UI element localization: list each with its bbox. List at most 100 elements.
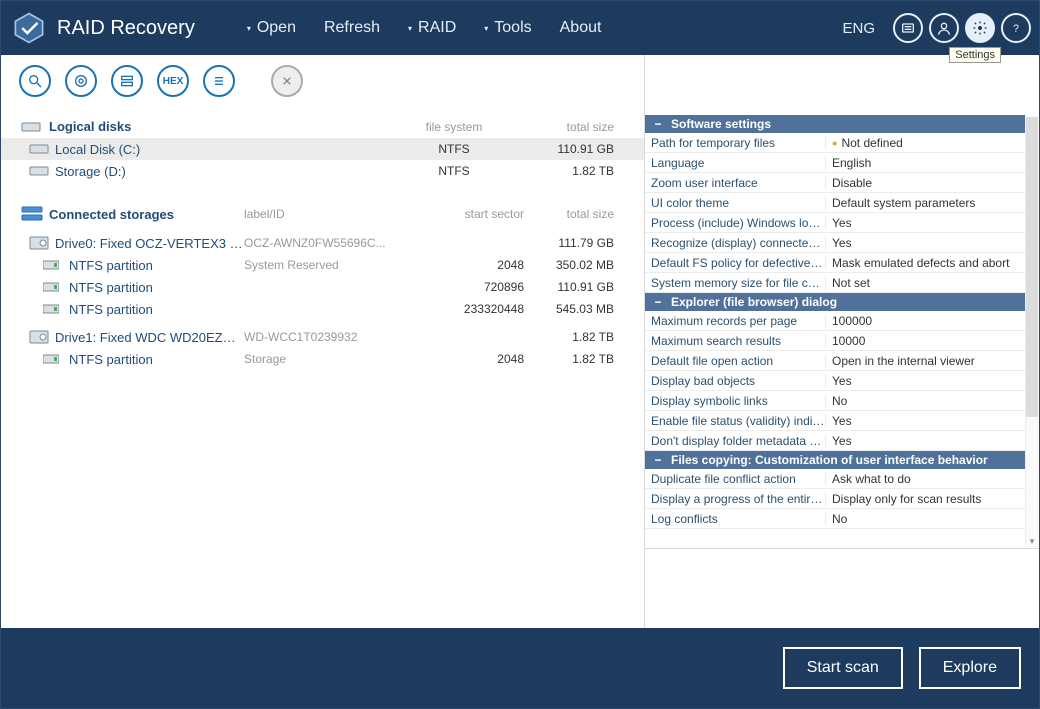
logical-disk-row[interactable]: Local Disk (C:) NTFS 110.91 GB — [1, 138, 644, 160]
menu-help-button[interactable]: ? — [1001, 13, 1031, 43]
collapse-icon: − — [651, 117, 665, 131]
settings-key: Display bad objects — [645, 374, 825, 388]
settings-value: Yes — [825, 216, 1023, 230]
settings-description-area — [645, 548, 1039, 628]
toolbar-list-button[interactable] — [203, 65, 235, 97]
settings-category[interactable]: − Explorer (file browser) dialog — [645, 293, 1039, 311]
menu-items: ▾Open Refresh ▾RAID ▾Tools About — [235, 15, 614, 41]
partition-sector: 2048 — [404, 258, 524, 272]
settings-row[interactable]: Display a progress of the entire c... Di… — [645, 489, 1039, 509]
settings-row[interactable]: Duplicate file conflict action Ask what … — [645, 469, 1039, 489]
toolbar-hex-button[interactable]: HEX — [157, 65, 189, 97]
settings-key: Path for temporary files — [645, 136, 825, 150]
settings-value: Yes — [825, 374, 1023, 388]
drive-name: Drive1: Fixed WDC WD20EZRX-00DC0... — [55, 330, 244, 345]
menubar: RAID Recovery ▾Open Refresh ▾RAID ▾Tools… — [1, 1, 1039, 55]
menu-account-button[interactable] — [929, 13, 959, 43]
menu-settings-button[interactable] — [965, 13, 995, 43]
toolbar-search-button[interactable] — [19, 65, 51, 97]
disk-name: Local Disk (C:) — [55, 142, 384, 157]
disk-icon — [29, 164, 49, 178]
settings-value: Mask emulated defects and abort — [825, 256, 1023, 270]
partition-row[interactable]: NTFS partition Storage 2048 1.82 TB — [1, 348, 644, 370]
settings-value: 10000 — [825, 334, 1023, 348]
settings-row[interactable]: Maximum search results 10000 ▸ — [645, 331, 1039, 351]
settings-value: Yes — [825, 434, 1023, 448]
settings-key: Recognize (display) connected me... — [645, 236, 825, 250]
settings-row[interactable]: UI color theme Default system parameters… — [645, 193, 1039, 213]
settings-value: Ask what to do — [825, 472, 1023, 486]
scroll-down-icon[interactable]: ▾ — [1025, 534, 1039, 548]
menu-tools[interactable]: ▾Tools — [472, 15, 543, 41]
settings-key: Duplicate file conflict action — [645, 472, 825, 486]
menu-open[interactable]: ▾Open — [235, 15, 308, 41]
settings-row[interactable]: Maximum records per page 100000 ▸ — [645, 311, 1039, 331]
settings-row[interactable]: Default FS policy for defective blo... M… — [645, 253, 1039, 273]
partition-sector: 720896 — [404, 280, 524, 294]
settings-row[interactable]: Don't display folder metadata size Yes ▾ — [645, 431, 1039, 451]
settings-row[interactable]: Process (include) Windows logical ... Ye… — [645, 213, 1039, 233]
settings-value: English — [825, 156, 1023, 170]
partition-row[interactable]: NTFS partition 233320448 545.03 MB — [1, 298, 644, 320]
settings-key: Language — [645, 156, 825, 170]
settings-category-title: Software settings — [671, 117, 771, 131]
menu-language[interactable]: ENG — [842, 20, 875, 37]
dropdown-icon: ▾ — [247, 24, 251, 33]
settings-value: No — [825, 512, 1023, 526]
settings-row[interactable]: Enable file status (validity) indicati..… — [645, 411, 1039, 431]
settings-key: Zoom user interface — [645, 176, 825, 190]
partition-row[interactable]: NTFS partition 720896 110.91 GB — [1, 276, 644, 298]
settings-value: Yes — [825, 236, 1023, 250]
partition-name: NTFS partition — [69, 258, 244, 273]
settings-panel: − Software settings Path for temporary f… — [644, 55, 1039, 628]
settings-row[interactable]: Display symbolic links No ▾ — [645, 391, 1039, 411]
explore-button[interactable]: Explore — [919, 647, 1021, 689]
toolbar-raid-button[interactable] — [111, 65, 143, 97]
svg-text:?: ? — [1013, 23, 1019, 35]
partition-label: System Reserved — [244, 258, 404, 272]
menu-refresh[interactable]: Refresh — [312, 15, 392, 41]
settings-category[interactable]: − Files copying: Customization of user i… — [645, 451, 1039, 469]
settings-scroll-thumb[interactable] — [1026, 117, 1038, 417]
settings-row[interactable]: Recognize (display) connected me... Yes … — [645, 233, 1039, 253]
partition-size: 545.03 MB — [524, 302, 624, 316]
storage-drive-row[interactable]: Drive1: Fixed WDC WD20EZRX-00DC0... WD-W… — [1, 326, 644, 348]
toolbar-close-button[interactable] — [271, 65, 303, 97]
settings-category[interactable]: − Software settings — [645, 115, 1039, 133]
settings-value: Not defined — [825, 136, 1023, 150]
settings-row[interactable]: Path for temporary files Not defined ▸ — [645, 133, 1039, 153]
partition-icon — [43, 303, 63, 315]
settings-row[interactable]: System memory size for file cache... Not… — [645, 273, 1039, 293]
settings-value: Disable — [825, 176, 1023, 190]
menu-news-button[interactable] — [893, 13, 923, 43]
settings-row[interactable]: Zoom user interface Disable ▾ — [645, 173, 1039, 193]
storage-drive-row[interactable]: Drive0: Fixed OCZ-VERTEX3 (ATA) OCZ-AWNZ… — [1, 232, 644, 254]
connected-storages-icon — [21, 206, 45, 222]
partition-icon — [43, 353, 63, 365]
drive-label: OCZ-AWNZ0FW55696C... — [244, 236, 404, 250]
settings-key: Maximum records per page — [645, 314, 825, 328]
partition-row[interactable]: NTFS partition System Reserved 2048 350.… — [1, 254, 644, 276]
settings-category-title: Explorer (file browser) dialog — [671, 295, 837, 309]
logical-disks-title: Logical disks — [49, 119, 131, 134]
settings-value: 100000 — [825, 314, 1023, 328]
logical-disk-row[interactable]: Storage (D:) NTFS 1.82 TB — [1, 160, 644, 182]
settings-row[interactable]: Log conflicts No ▾ — [645, 509, 1039, 529]
menu-raid[interactable]: ▾RAID — [396, 15, 468, 41]
connected-storages-header: Connected storages label/ID start sector… — [1, 200, 644, 226]
settings-row[interactable]: Language English ▾ — [645, 153, 1039, 173]
settings-row[interactable]: Default file open action Open in the int… — [645, 351, 1039, 371]
menu-tools-label: Tools — [494, 19, 531, 37]
toolbar-scan-button[interactable] — [65, 65, 97, 97]
settings-key: Process (include) Windows logical ... — [645, 216, 825, 230]
settings-row[interactable]: Display bad objects Yes ▾ — [645, 371, 1039, 391]
partition-sector: 233320448 — [404, 302, 524, 316]
settings-key: System memory size for file cache... — [645, 276, 825, 290]
disk-fs: NTFS — [384, 142, 524, 156]
logical-disks-header: Logical disks file systemtotal size — [1, 113, 644, 138]
col-label: label/ID — [244, 207, 404, 221]
disk-fs: NTFS — [384, 164, 524, 178]
start-scan-button[interactable]: Start scan — [783, 647, 903, 689]
settings-tooltip: Settings — [949, 47, 1001, 63]
menu-about[interactable]: About — [548, 15, 614, 41]
